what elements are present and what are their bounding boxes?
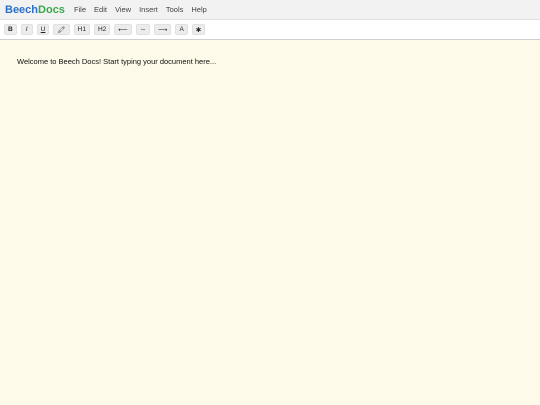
- menu-help[interactable]: Help: [191, 0, 206, 20]
- more-options-button[interactable]: ✱: [191, 24, 206, 35]
- menu-insert[interactable]: Insert: [139, 0, 158, 20]
- menu-bar: Beech Docs File Edit View Insert Tools He…: [0, 0, 540, 20]
- formatting-toolbar: B I U 🖍 H1 H2 ⟵ ⇔ ⟶ A ✱: [0, 20, 540, 40]
- highlight-button[interactable]: 🖍: [53, 24, 70, 35]
- bold-button[interactable]: B: [4, 24, 17, 35]
- menu-edit[interactable]: Edit: [94, 0, 107, 20]
- menu-tools[interactable]: Tools: [166, 0, 184, 20]
- menu-items: File Edit View Insert Tools Help: [74, 0, 215, 20]
- logo-text-beech: Beech: [5, 3, 39, 16]
- app-logo: Beech Docs: [5, 4, 65, 16]
- heading-2-button[interactable]: H2: [93, 24, 111, 35]
- align-left-button[interactable]: ⟵: [114, 24, 132, 35]
- document-editor[interactable]: Welcome to Beech Docs! Start typing your…: [0, 40, 540, 405]
- font-color-button[interactable]: A: [175, 24, 188, 35]
- document-text[interactable]: Welcome to Beech Docs! Start typing your…: [17, 57, 216, 66]
- heading-1-button[interactable]: H1: [73, 24, 90, 35]
- menu-view[interactable]: View: [115, 0, 131, 20]
- logo-text-docs: Docs: [38, 3, 65, 16]
- underline-button[interactable]: U: [36, 24, 50, 35]
- align-right-button[interactable]: ⟶: [154, 24, 172, 35]
- menu-file[interactable]: File: [74, 0, 86, 20]
- italic-button[interactable]: I: [20, 24, 33, 35]
- align-center-button[interactable]: ⇔: [135, 24, 151, 35]
